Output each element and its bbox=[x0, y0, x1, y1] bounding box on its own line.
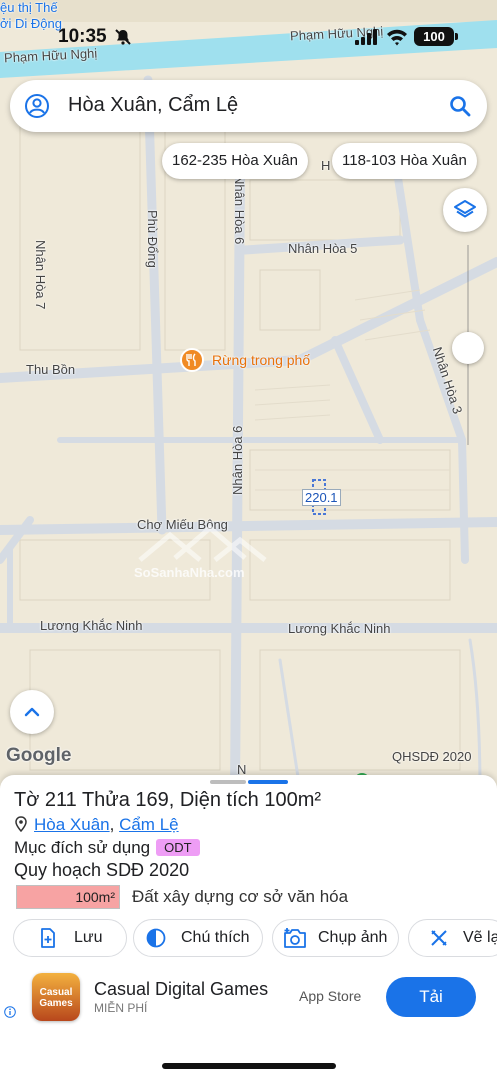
ad-banner[interactable]: Casual Games Casual Digital Games MIỄN P… bbox=[0, 970, 497, 1034]
plot-title: Tờ 211 Thửa 169, Diện tích 100m² bbox=[14, 789, 322, 811]
home-indicator[interactable] bbox=[162, 1063, 336, 1069]
location-separator: , bbox=[109, 815, 120, 834]
ad-app-name[interactable]: Casual Digital Games bbox=[94, 979, 268, 1000]
install-button[interactable]: Tải bbox=[386, 977, 476, 1017]
street-label-nhan-hoa-6: Nhân Hòa 6 bbox=[232, 175, 247, 245]
profile-icon[interactable] bbox=[24, 93, 50, 119]
street-label-thu-bon: Thu Bồn bbox=[26, 362, 76, 377]
status-time: 10:35 bbox=[58, 26, 107, 47]
sheet-handle[interactable] bbox=[210, 780, 246, 784]
street-label-phu-dong: Phù Đổng bbox=[145, 210, 160, 268]
battery-tip bbox=[455, 33, 458, 40]
land-purpose-label: Mục đích sử dụng bbox=[14, 838, 151, 857]
ad-app-price: MIỄN PHÍ bbox=[94, 1001, 148, 1015]
status-bar: 10:35 100 bbox=[0, 22, 497, 52]
legend-description: Đất xây dựng cơ sở văn hóa bbox=[132, 887, 349, 906]
ruler-pencil-icon bbox=[431, 930, 447, 946]
poi-label[interactable]: Rừng trong phố bbox=[212, 352, 310, 368]
location-pin-icon bbox=[15, 816, 27, 832]
chevron-up-icon bbox=[24, 707, 40, 717]
plan-title: Quy hoạch SDĐ 2020 bbox=[14, 860, 190, 880]
legend-swatch: 100m² bbox=[16, 885, 120, 909]
map-label-top-1: ệu thị Thế bbox=[0, 0, 58, 15]
legend-button[interactable]: Chú thích bbox=[133, 919, 263, 957]
land-purpose-badge: ODT bbox=[156, 839, 200, 856]
suggestion-chip[interactable]: 118-103 Hòa Xuân bbox=[332, 143, 477, 179]
add-bookmark-icon bbox=[41, 928, 55, 948]
save-button[interactable]: Lưu bbox=[13, 919, 127, 957]
watermark-house-icon bbox=[138, 524, 267, 562]
map-view[interactable]: ệu thị Thế ởi Di Động Phạm Hữu Nghị Phạm… bbox=[0, 0, 497, 790]
expand-button[interactable] bbox=[10, 690, 54, 734]
sheet-page-indicator bbox=[248, 780, 288, 784]
street-label-luong-khac-ninh: Lương Khắc Ninh bbox=[288, 621, 391, 636]
plot-location: Hòa Xuân, Cẩm Lệ bbox=[14, 815, 179, 835]
street-label-nhan-hoa-6: Nhân Hòa 6 bbox=[230, 425, 245, 495]
land-purpose-row: Mục đích sử dụng ODT bbox=[14, 838, 200, 858]
search-query[interactable]: Hòa Xuân, Cẩm Lệ bbox=[68, 94, 238, 117]
search-bar[interactable]: Hòa Xuân, Cẩm Lệ bbox=[10, 80, 487, 132]
ad-store-label: App Store bbox=[299, 988, 362, 1004]
plot-info-sheet[interactable]: Tờ 211 Thửa 169, Diện tích 100m² Hòa Xuâ… bbox=[0, 775, 497, 1080]
screenshot-button[interactable]: Chụp ảnh bbox=[272, 919, 399, 957]
bell-muted-icon bbox=[115, 29, 131, 45]
camera-add-icon bbox=[284, 928, 306, 948]
legend-label: Chú thích bbox=[181, 929, 250, 946]
street-label-nhan-hoa-7: Nhân Hòa 7 bbox=[33, 240, 48, 310]
battery-indicator: 100 bbox=[414, 27, 454, 46]
street-label-h: H bbox=[321, 158, 331, 173]
parcel-label[interactable]: 220.1 bbox=[302, 489, 341, 506]
restaurant-icon[interactable] bbox=[180, 348, 204, 372]
redraw-label: Vẽ lại bbox=[463, 929, 497, 946]
district-link[interactable]: Cẩm Lệ bbox=[119, 815, 179, 834]
ad-app-thumbnail[interactable]: Casual Games bbox=[32, 973, 80, 1021]
map-source-label: QHSDĐ 2020 bbox=[392, 749, 472, 764]
save-label: Lưu bbox=[74, 929, 103, 946]
half-circle-icon bbox=[146, 928, 166, 948]
layers-button[interactable] bbox=[443, 188, 487, 232]
info-icon[interactable] bbox=[4, 1006, 16, 1018]
street-label-nhan-hoa-5: Nhân Hòa 5 bbox=[288, 241, 358, 256]
suggestion-chip[interactable]: 162-235 Hòa Xuân bbox=[162, 143, 308, 179]
ad-thumb-text: Casual Games bbox=[39, 987, 73, 1009]
signal-icon bbox=[355, 29, 377, 45]
street-label-luong-khac-ninh: Lương Khắc Ninh bbox=[40, 618, 143, 633]
opacity-slider-handle[interactable] bbox=[452, 332, 484, 364]
screenshot-label: Chụp ảnh bbox=[318, 929, 388, 946]
layers-icon bbox=[454, 200, 476, 218]
redraw-button[interactable]: Vẽ lại bbox=[408, 919, 497, 957]
wifi-icon bbox=[387, 29, 407, 46]
search-icon[interactable] bbox=[448, 94, 472, 118]
ward-link[interactable]: Hòa Xuân bbox=[34, 815, 110, 834]
watermark-text: SoSanhaNha.com bbox=[134, 565, 245, 580]
google-logo: Google bbox=[6, 745, 72, 766]
